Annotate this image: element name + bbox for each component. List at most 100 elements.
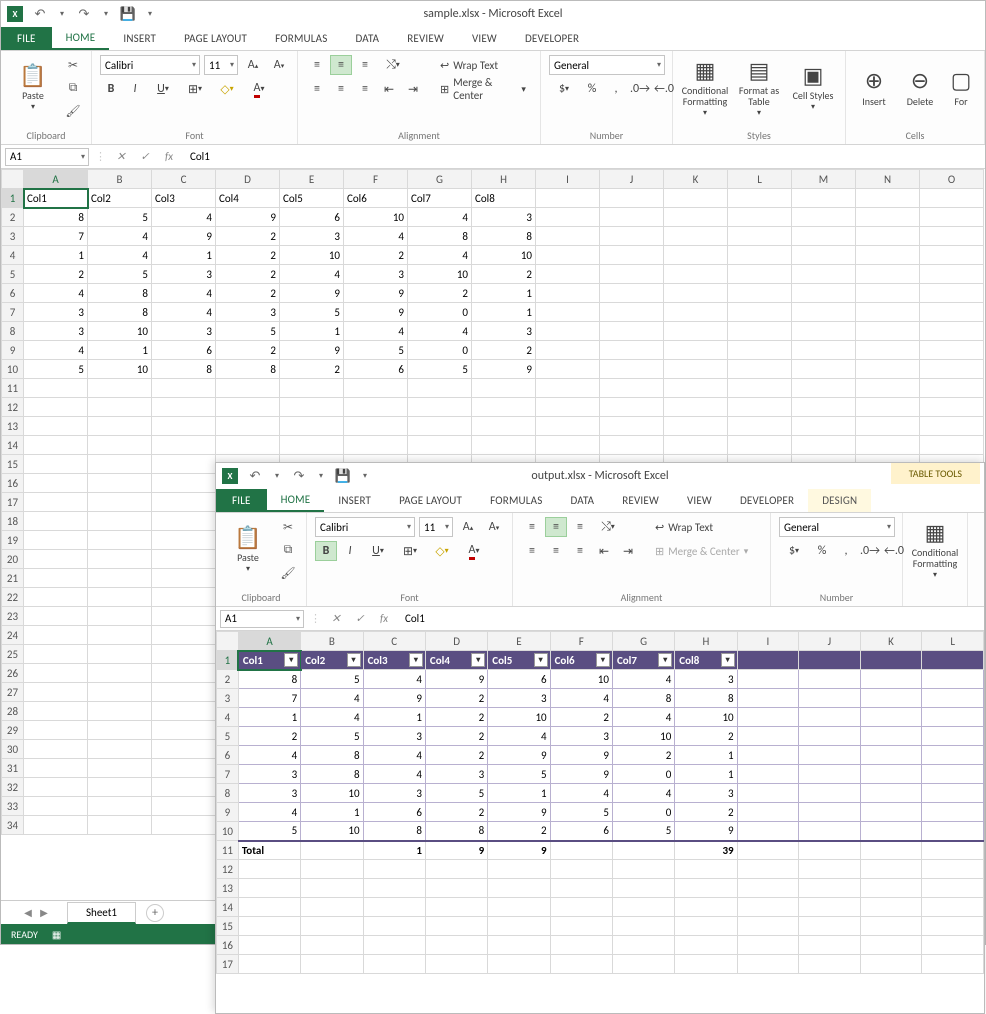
cell[interactable]: 9 [344,303,408,322]
cell[interactable]: 5 [344,341,408,360]
sheet-nav-prev-icon[interactable]: ◀ [21,906,35,920]
cell[interactable]: 5 [425,784,487,803]
row-header[interactable]: 5 [217,727,239,746]
cell[interactable] [88,550,152,569]
cell[interactable] [24,379,88,398]
cell[interactable] [216,436,280,455]
cell[interactable] [728,398,792,417]
cell[interactable]: 4 [88,246,152,265]
cell[interactable]: 2 [425,689,487,708]
cell[interactable]: 0 [408,341,472,360]
cell[interactable]: 1 [488,784,550,803]
cell[interactable] [737,860,799,879]
cell[interactable] [600,265,664,284]
cell[interactable] [799,651,861,670]
column-header[interactable]: H [675,632,737,651]
cell[interactable] [792,284,856,303]
cell[interactable]: 1 [675,765,737,784]
cell[interactable]: 1 [472,284,536,303]
column-header[interactable]: B [88,170,152,189]
cell[interactable] [88,816,152,835]
cell[interactable] [860,917,922,936]
cell[interactable] [728,322,792,341]
cell[interactable] [488,898,550,917]
cell[interactable] [792,398,856,417]
cell[interactable] [664,341,728,360]
row-header[interactable]: 5 [2,265,24,284]
cell[interactable] [425,860,487,879]
cell[interactable] [860,955,922,974]
cell[interactable] [600,208,664,227]
cell[interactable] [24,512,88,531]
row-header[interactable]: 1 [2,189,24,208]
cell[interactable] [728,341,792,360]
cell[interactable] [664,398,728,417]
cell[interactable]: 8 [152,360,216,379]
cell[interactable] [301,841,363,860]
cell[interactable] [88,778,152,797]
cell[interactable] [152,512,216,531]
tab-home[interactable]: HOME [52,27,110,50]
table-header-cell[interactable]: Col8▾ [675,651,737,670]
cell[interactable] [550,936,612,955]
cell[interactable]: 4 [88,227,152,246]
cell[interactable] [856,398,920,417]
cell[interactable]: Col3 [152,189,216,208]
cell[interactable] [664,417,728,436]
row-header[interactable]: 2 [217,670,239,689]
cell[interactable] [792,265,856,284]
column-header[interactable]: G [408,170,472,189]
cell[interactable] [664,303,728,322]
cell[interactable] [408,436,472,455]
cell[interactable] [238,936,300,955]
cell-styles-button[interactable]: ▣Cell Styles▾ [789,55,837,121]
cell[interactable] [152,455,216,474]
cell[interactable] [152,398,216,417]
cell[interactable] [88,569,152,588]
cell[interactable] [24,778,88,797]
cell[interactable]: 3 [675,670,737,689]
cell[interactable] [88,740,152,759]
cell[interactable]: 3 [472,208,536,227]
cell[interactable] [550,879,612,898]
cell[interactable] [88,797,152,816]
cell[interactable] [425,936,487,955]
cell[interactable]: 2 [216,246,280,265]
percent-icon[interactable]: % [581,79,603,99]
cell[interactable] [799,879,861,898]
cell[interactable]: 3 [280,227,344,246]
orientation-icon[interactable]: ⤭ ▾ [593,517,623,537]
cell[interactable]: 2 [675,803,737,822]
row-header[interactable]: 12 [2,398,24,417]
cell[interactable] [152,778,216,797]
cell[interactable] [737,651,799,670]
cell[interactable]: 2 [425,803,487,822]
cell[interactable] [792,360,856,379]
cell[interactable]: 4 [408,208,472,227]
cut-icon[interactable]: ✂ [278,517,298,537]
cell[interactable]: 2 [216,284,280,303]
row-header[interactable]: 27 [2,683,24,702]
cell[interactable]: 6 [280,208,344,227]
cell[interactable] [856,208,920,227]
cell[interactable]: 1 [675,746,737,765]
cell[interactable] [922,803,984,822]
qat-drop-icon[interactable]: ▾ [354,465,376,487]
align-center-icon[interactable]: ≡ [545,541,567,561]
cell[interactable] [24,740,88,759]
cell[interactable] [920,246,984,265]
cell[interactable]: 6 [550,822,612,841]
cell[interactable] [536,265,600,284]
align-right-icon[interactable]: ≡ [569,541,591,561]
column-header[interactable]: C [363,632,425,651]
enter-formula-icon[interactable]: ✓ [351,610,369,628]
align-right-icon[interactable]: ≡ [354,79,376,99]
table-header-cell[interactable]: Col3▾ [363,651,425,670]
cell[interactable]: 5 [216,322,280,341]
cell[interactable] [24,702,88,721]
cell[interactable] [664,436,728,455]
cell[interactable] [152,474,216,493]
cell[interactable] [152,759,216,778]
cell[interactable]: 8 [88,284,152,303]
row-header[interactable]: 7 [217,765,239,784]
